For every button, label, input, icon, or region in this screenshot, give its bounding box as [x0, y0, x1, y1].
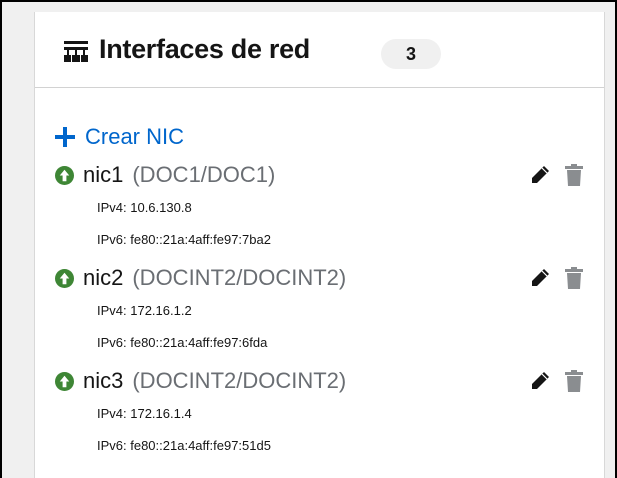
- network-icon: [64, 41, 88, 62]
- nic-header: nic2 (DOCINT2/DOCINT2): [55, 263, 595, 293]
- card-title: Interfaces de red: [99, 34, 310, 64]
- card-header: Interfaces de red 3: [35, 12, 604, 88]
- nic-network: (DOCINT2/DOCINT2): [132, 265, 347, 290]
- nic-ipv4: IPv4: 172.16.1.4: [97, 406, 192, 421]
- nic-ipv6: IPv6: fe80::21a:4aff:fe97:6fda: [97, 335, 268, 350]
- nic-item: nic3 (DOCINT2/DOCINT2) IPv4: 172.16.1.4 …: [55, 366, 595, 453]
- nic-actions: [529, 164, 583, 186]
- nic-actions: [529, 267, 583, 289]
- nic-name: nic3: [83, 368, 124, 393]
- nic-ipv6: IPv6: fe80::21a:4aff:fe97:51d5: [97, 438, 271, 453]
- nic-item: nic1 (DOC1/DOC1) IPv4: 10.6.130.8 IPv6: …: [55, 160, 595, 247]
- nic-item: nic2 (DOCINT2/DOCINT2) IPv4: 172.16.1.2 …: [55, 263, 595, 350]
- nic-header: nic1 (DOC1/DOC1): [55, 160, 595, 190]
- nic-actions: [529, 370, 583, 392]
- nic-ipv6: IPv6: fe80::21a:4aff:fe97:7ba2: [97, 232, 271, 247]
- trash-icon[interactable]: [565, 164, 583, 186]
- trash-icon[interactable]: [565, 370, 583, 392]
- nic-network: (DOCINT2/DOCINT2): [132, 368, 347, 393]
- trash-icon[interactable]: [565, 267, 583, 289]
- nic-network: (DOC1/DOC1): [132, 162, 276, 187]
- nic-ipv4: IPv4: 172.16.1.2: [97, 303, 192, 318]
- nic-name: nic1: [83, 162, 124, 187]
- frame-border-left: [0, 0, 2, 478]
- plus-icon: [55, 127, 75, 147]
- panel-frame: Interfaces de red 3 Crear NIC nic1 (DOC1…: [0, 0, 617, 478]
- nic-ipv4: IPv4: 10.6.130.8: [97, 200, 192, 215]
- arrow-up-circle-icon: [55, 268, 74, 288]
- pencil-icon[interactable]: [529, 370, 551, 392]
- arrow-up-circle-icon: [55, 165, 74, 185]
- pencil-icon[interactable]: [529, 164, 551, 186]
- frame-border-top: [0, 0, 617, 2]
- nic-count-badge: 3: [381, 39, 441, 69]
- arrow-up-circle-icon: [55, 371, 74, 391]
- pencil-icon[interactable]: [529, 267, 551, 289]
- nic-name: nic2: [83, 265, 124, 290]
- create-nic-label: Crear NIC: [85, 124, 185, 149]
- create-nic-button[interactable]: Crear NIC: [55, 122, 184, 152]
- nic-header: nic3 (DOCINT2/DOCINT2): [55, 366, 595, 396]
